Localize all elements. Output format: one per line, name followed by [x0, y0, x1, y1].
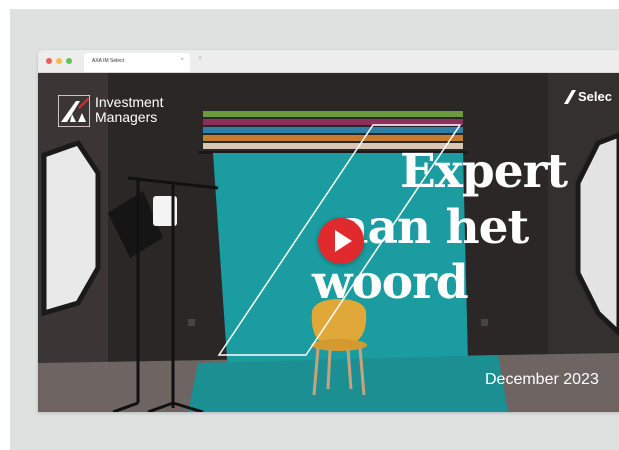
headline-line-1: Expert	[400, 144, 568, 199]
browser-tab-bar: AXA IM Select × +	[38, 50, 619, 73]
tab-close-icon[interactable]: ×	[180, 57, 184, 63]
new-tab-icon[interactable]: +	[198, 55, 202, 62]
browser-tab[interactable]: AXA IM Select ×	[84, 53, 190, 72]
play-button[interactable]	[318, 218, 364, 264]
tab-title: AXA IM Select	[92, 58, 124, 64]
date-label: December 2023	[485, 371, 599, 388]
brand-name-line2: Managers	[95, 109, 158, 125]
headline-line-3: woord	[312, 255, 469, 310]
headline-line-2: aan het	[338, 200, 529, 255]
select-label: Selec	[578, 89, 612, 104]
brand-name-line1: Investment	[95, 94, 164, 110]
select-slash-icon	[564, 90, 576, 104]
hero-video[interactable]: Investment Managers Selec Expert aan het…	[38, 73, 619, 412]
axa-logo-icon[interactable]	[58, 95, 90, 127]
window-minimize-dot[interactable]	[56, 58, 62, 64]
window-close-dot[interactable]	[46, 58, 52, 64]
play-icon	[335, 230, 352, 252]
browser-window: AXA IM Select × + Investment Managers Se…	[38, 50, 619, 412]
window-maximize-dot[interactable]	[66, 58, 72, 64]
